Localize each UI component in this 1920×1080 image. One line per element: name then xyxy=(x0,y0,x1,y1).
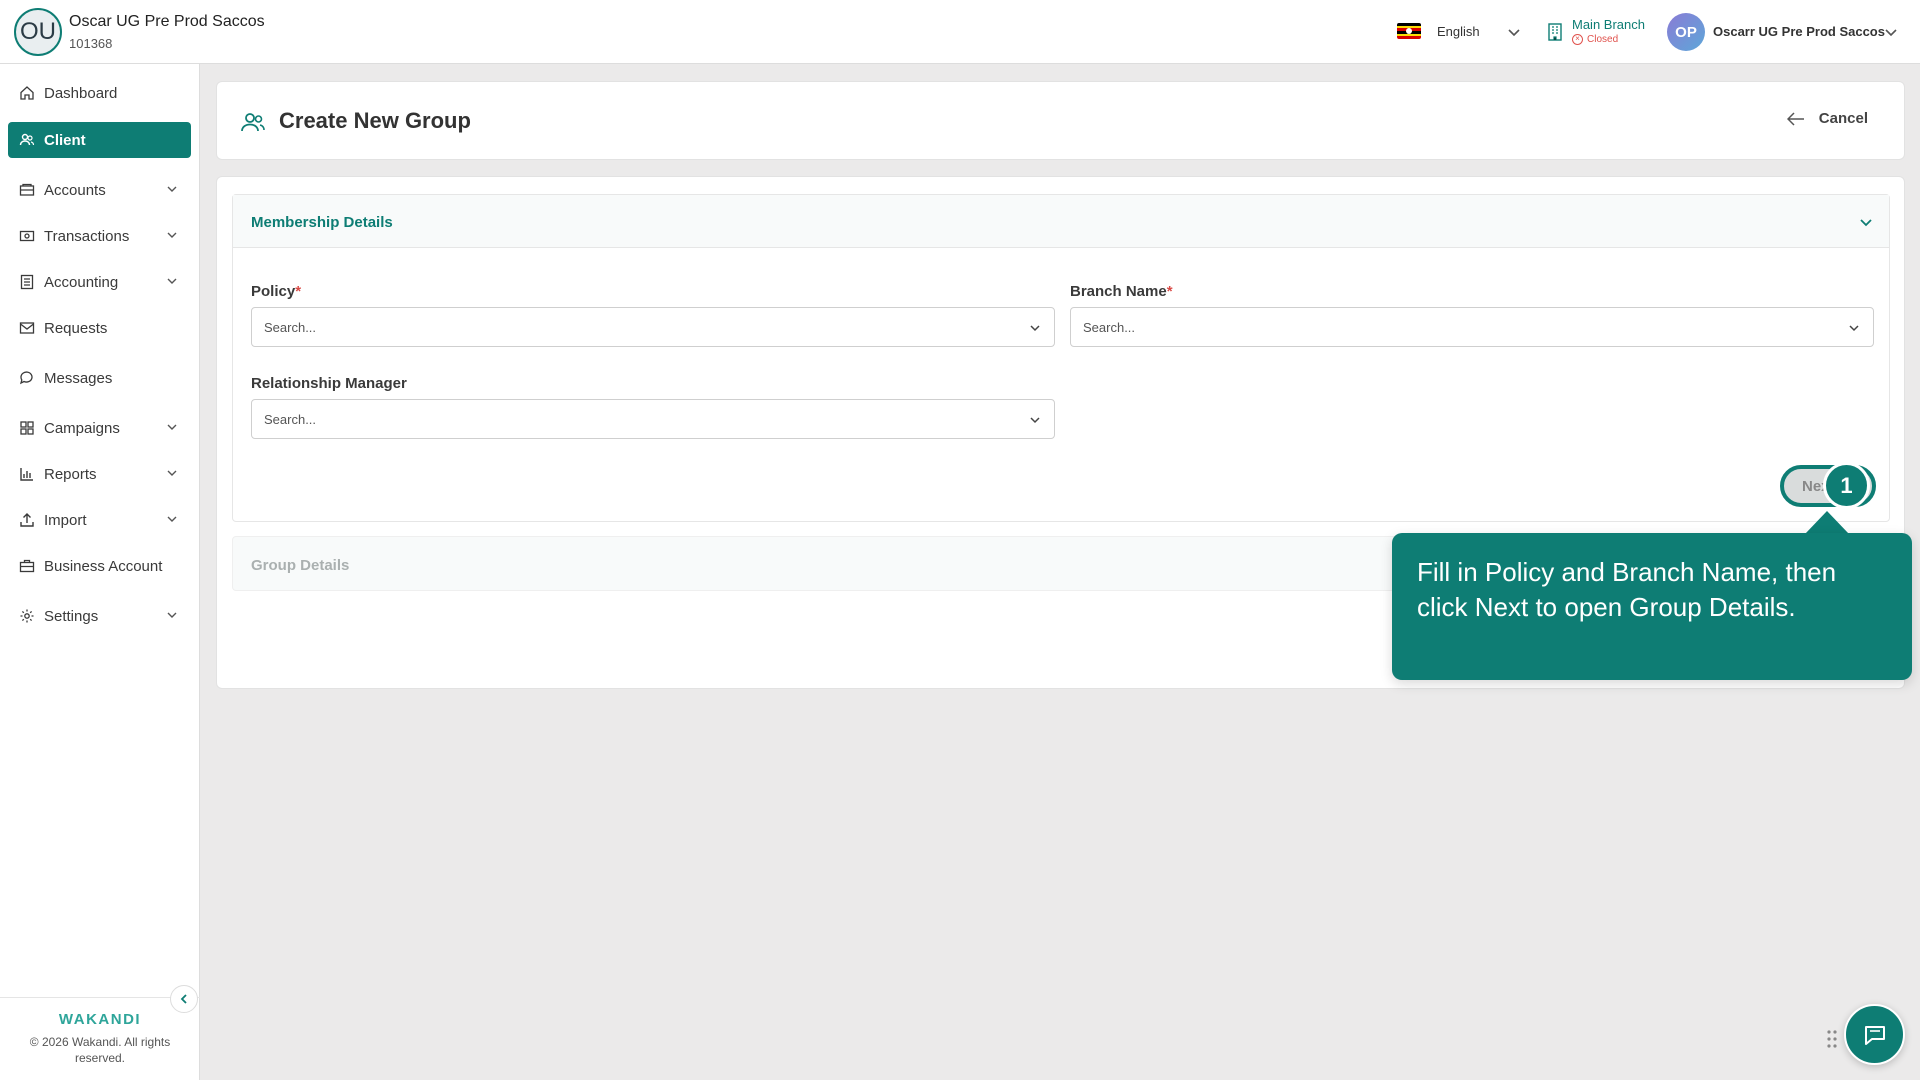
chevron-down-icon xyxy=(1030,325,1040,332)
sidebar-collapse-button[interactable] xyxy=(170,985,198,1013)
tooltip-arrow xyxy=(1805,511,1849,534)
sidebar-item-accounts[interactable]: Accounts xyxy=(8,172,191,208)
chevron-down-icon xyxy=(167,612,177,618)
sidebar-item-settings[interactable]: Settings xyxy=(8,598,191,634)
users-icon xyxy=(19,133,35,146)
sidebar-item-accounting[interactable]: Accounting xyxy=(8,264,191,300)
gear-icon xyxy=(20,609,34,623)
branch-name-select[interactable]: Search... xyxy=(1070,307,1874,347)
branch-status: × Closed xyxy=(1572,34,1618,45)
grid-icon xyxy=(20,421,34,435)
org-avatar[interactable]: OU xyxy=(14,8,62,56)
page-header: Create New Group Cancel xyxy=(216,81,1905,160)
uganda-flag-icon[interactable] xyxy=(1397,23,1421,39)
top-bar: OU Oscar UG Pre Prod Saccos 101368 Engli… xyxy=(0,0,1920,64)
user-name[interactable]: Oscarr UG Pre Prod Saccos xyxy=(1713,24,1885,39)
chevron-down-icon xyxy=(167,278,177,284)
sidebar-item-import[interactable]: Import xyxy=(8,502,191,538)
tour-step-badge: 1 xyxy=(1823,462,1870,509)
policy-label: Policy* xyxy=(251,283,302,300)
copyright: © 2026 Wakandi. All rights reserved. xyxy=(29,1035,171,1065)
sidebar-item-business-account[interactable]: Business Account xyxy=(8,548,191,584)
brand-logo: WAKANDI xyxy=(58,1011,142,1028)
arrow-left-icon xyxy=(1786,111,1804,126)
org-name: Oscar UG Pre Prod Saccos xyxy=(69,13,265,30)
sidebar-item-messages[interactable]: Messages xyxy=(8,360,191,396)
ledger-icon xyxy=(20,274,34,290)
chevron-down-icon xyxy=(167,424,177,430)
page-title: Create New Group xyxy=(279,108,471,133)
upload-icon xyxy=(20,513,34,527)
chevron-down-icon xyxy=(1849,325,1859,332)
bar-chart-icon xyxy=(20,468,33,481)
chevron-down-icon[interactable] xyxy=(1883,24,1899,40)
language-select[interactable]: English xyxy=(1437,24,1480,39)
policy-select[interactable]: Search... xyxy=(251,307,1055,347)
sidebar-item-client[interactable]: Client xyxy=(8,122,191,158)
chevron-left-icon xyxy=(180,994,187,1004)
briefcase-icon xyxy=(19,559,35,573)
section-title: Group Details xyxy=(251,557,350,574)
sidebar-item-transactions[interactable]: Transactions xyxy=(8,218,191,254)
chat-icon xyxy=(20,371,33,385)
wallet-icon xyxy=(19,183,35,196)
relationship-manager-label: Relationship Manager xyxy=(251,375,407,392)
chevron-down-icon xyxy=(167,232,177,238)
chevron-down-icon[interactable] xyxy=(1857,213,1875,231)
membership-details-section: Membership Details Policy* Search... Bra… xyxy=(232,194,1890,522)
sidebar: Dashboard Client Accounts Transactions A… xyxy=(0,64,200,1080)
section-title: Membership Details xyxy=(251,214,393,231)
tour-tooltip: Fill in Policy and Branch Name, then cli… xyxy=(1392,533,1912,680)
money-icon xyxy=(19,230,35,242)
branch-name-label: Branch Name* xyxy=(1070,283,1173,300)
sidebar-item-campaigns[interactable]: Campaigns xyxy=(8,410,191,446)
branch-name[interactable]: Main Branch xyxy=(1572,17,1645,32)
user-avatar[interactable]: OP xyxy=(1667,13,1705,51)
relationship-manager-select[interactable]: Search... xyxy=(251,399,1055,439)
org-id: 101368 xyxy=(69,36,113,51)
chevron-down-icon xyxy=(167,470,177,476)
membership-details-header[interactable]: Membership Details xyxy=(233,195,1889,248)
sidebar-item-requests[interactable]: Requests xyxy=(8,310,191,346)
home-icon xyxy=(20,86,34,100)
mail-icon xyxy=(19,322,35,334)
cancel-button[interactable]: Cancel xyxy=(1786,110,1868,127)
drag-handle-icon[interactable] xyxy=(1826,1029,1838,1049)
chat-support-button[interactable] xyxy=(1844,1004,1905,1065)
chevron-down-icon xyxy=(167,186,177,192)
chevron-down-icon xyxy=(1030,417,1040,424)
users-icon xyxy=(241,113,265,132)
chevron-down-icon[interactable] xyxy=(1506,24,1522,40)
sidebar-item-reports[interactable]: Reports xyxy=(8,456,191,492)
building-icon xyxy=(1548,23,1562,41)
close-circle-icon: × xyxy=(1572,34,1583,45)
sidebar-item-dashboard[interactable]: Dashboard xyxy=(8,75,191,111)
chevron-down-icon xyxy=(167,516,177,522)
chat-icon xyxy=(1864,1025,1885,1045)
